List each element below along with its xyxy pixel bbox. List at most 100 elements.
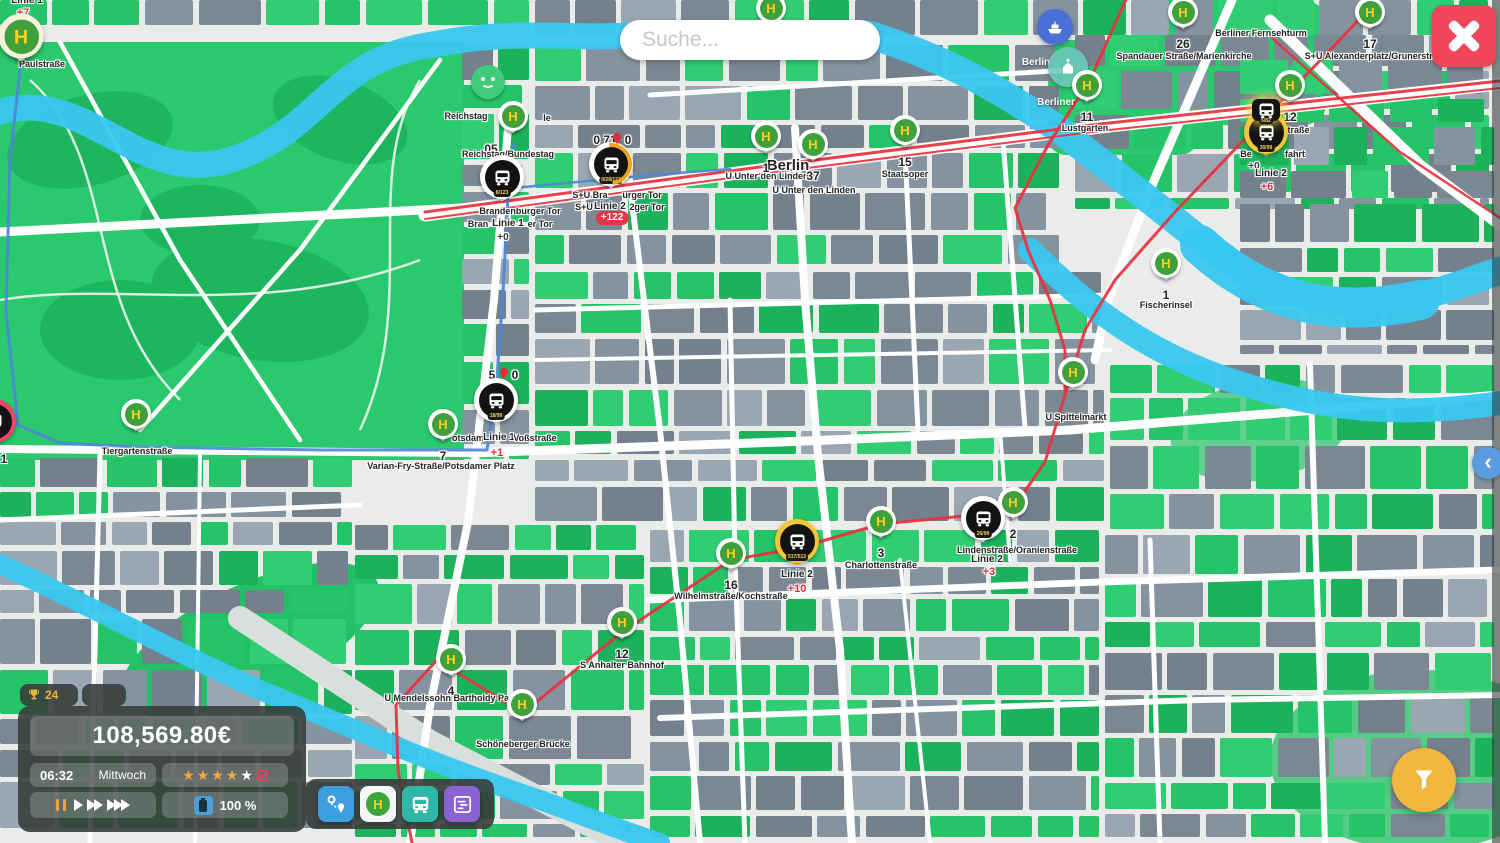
h-stop-icon: H [1082,78,1091,93]
bus-icon [1256,122,1277,143]
trophy-badge[interactable]: 24 [20,684,78,706]
collapse-panel-button[interactable]: ‹ [1472,447,1500,479]
map-label: +6 [1261,182,1274,193]
harbor-pin[interactable] [1037,9,1073,45]
marked-passenger-icon [500,368,509,380]
map-label: Fischerinsel [1140,301,1193,310]
bus-vehicle-pin[interactable]: 517/513 [775,519,819,579]
bus-stop-pin[interactable]: H [1355,0,1385,41]
bus-stop-pin[interactable]: H [798,129,828,173]
search-bar[interactable] [620,20,880,60]
fastest-forward-button[interactable] [111,799,130,811]
bus-stop-pin[interactable]: H [1151,248,1181,292]
map-label: Linie 1 [11,0,43,6]
bus-depot-chip[interactable]: 6/82 [1252,99,1280,121]
speed-controls [30,792,156,818]
map-label: Spandauer Straße/Marienkirche [1116,52,1251,61]
map-label: S+U Alexanderplatz/Grunerstraß [1305,52,1443,61]
map-label: +0 [497,233,508,243]
bus-vehicle-pin[interactable] [0,399,16,459]
map-label: Linie 1 [492,219,524,229]
map-label: le [543,114,551,123]
h-stop-icon: H [1161,256,1170,271]
bus-stop-pin[interactable]: H [751,121,781,165]
map-label: fahrt [1285,150,1305,159]
route-pins-icon [324,792,348,816]
bus-stop-pin[interactable]: H [1072,70,1102,114]
close-button[interactable] [1432,5,1496,67]
bus-stop-pin[interactable]: H [428,409,458,453]
bus-vehicle-pin[interactable]: 8/123 [480,155,524,215]
map-label: Linie 2 [971,555,1003,565]
routes-button[interactable] [318,786,354,822]
side-panel-strip [1492,0,1500,843]
stops-button[interactable]: H [360,786,396,822]
map-label: S Anhalter Bahnhof [580,661,664,670]
bus-stop-pin[interactable]: H [1168,0,1198,41]
bus-icon [409,793,432,816]
map-label: Reichstag [444,112,487,121]
bus-capacity-plate: 6/82 [1259,118,1273,124]
bus-icon [787,531,808,552]
filter-button[interactable] [1392,748,1456,812]
trophy-icon [27,688,41,702]
map-label: Voßstraße [513,434,556,443]
h-stop-icon: H [446,652,455,667]
rating-change-icon [257,770,268,781]
search-input[interactable] [640,27,860,53]
h-stop-icon: H [766,1,775,16]
map-label: 2ger Tor [629,203,664,212]
map-label: Wilhelmstraße/Kochstraße [674,592,787,601]
map-label: Berlin [1022,58,1050,68]
schedule-button[interactable] [444,786,480,822]
map-label: Schöneberger Brücke [476,740,570,749]
h-stop-icon: H [508,109,517,124]
bus-stop-pin[interactable]: H [121,399,151,443]
marked-passenger-icon [613,133,622,145]
pause-button[interactable] [56,799,66,811]
map-label: +122 [596,211,629,225]
h-stop-icon: H [1178,5,1187,20]
bus-vehicle-pin[interactable]: 26/99 [961,496,1005,556]
rating-display: ★★★★★ [162,763,288,787]
bus-icon [492,167,513,188]
h-stop-icon: H [438,417,447,432]
map-label: S+U [575,203,593,212]
bus-stop-pin[interactable]: H [866,506,896,550]
bus-stop-pin[interactable]: H [607,607,637,651]
map-label: U Unter den Linden [773,186,856,195]
map-label: Berliner [1037,98,1075,108]
bus-stop-pin[interactable]: H [716,538,746,582]
bus-vehicle-pin[interactable]: 0/28/123 [589,142,633,202]
buses-button[interactable] [402,786,438,822]
battery-icon [194,796,213,815]
h-stop-icon: H [517,697,526,712]
map-label: Linie 2 [1255,169,1287,179]
bus-stop-pin[interactable]: H [1058,357,1088,401]
bus-capacity-plate: 30/99 [1258,145,1275,152]
game-screen: Linie 1+7PaulstraßeReichstagle05Reichsta… [0,0,1500,843]
bus-stop-pin[interactable]: H [0,14,44,80]
bus-stop-pin[interactable]: H [890,115,920,159]
bus-stop-pin[interactable]: H [498,101,528,145]
h-stop-icon: H [617,615,626,630]
bus-stop-pin[interactable]: H [436,644,466,688]
loading-arc-icon [581,134,640,193]
rating-star-icon: ★ [182,768,195,782]
map-label: U Spittelmarkt [1045,413,1106,422]
day-value: Mittwoch [99,768,146,782]
bus-stop-pin[interactable]: H [507,689,537,733]
bus-icon [0,411,5,432]
trophy-count: 24 [45,688,58,702]
secondary-badge[interactable] [82,684,126,706]
clock-display: 06:32 Mittwoch [30,763,156,787]
play-button[interactable] [74,799,83,811]
h-stop-icon: H [900,123,909,138]
h-stop-icon: H [808,137,817,152]
h-stop-icon: H [1365,5,1374,20]
map-label: +3 [983,567,996,578]
battery-value: 100 % [220,798,257,813]
bus-vehicle-pin[interactable]: 18/99 [474,378,518,438]
fast-forward-button[interactable] [91,799,103,811]
h-stop-icon: H [726,546,735,561]
